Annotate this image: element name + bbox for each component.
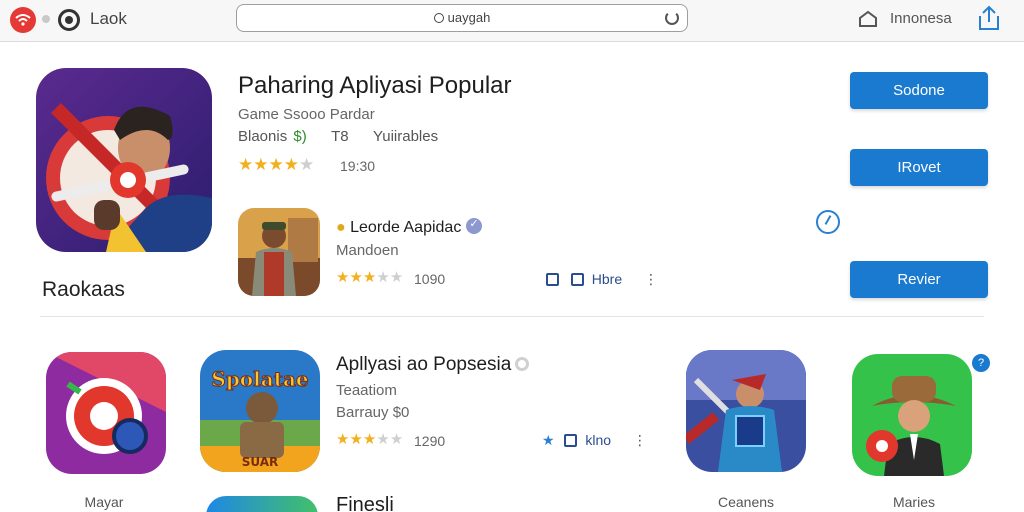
star-empty-icon: ★	[389, 431, 404, 448]
list-item-title: ● Leorde Aapidac	[336, 217, 483, 237]
wifi-icon[interactable]	[10, 7, 36, 33]
star-filled-icon: ★	[362, 431, 377, 448]
primary-action-button[interactable]: Sodone	[850, 72, 988, 109]
featured-meta-d: Yuiirables	[373, 128, 439, 145]
star-filled-icon: ★	[349, 269, 363, 286]
section-divider	[40, 316, 984, 317]
star-filled-icon: ★	[336, 269, 350, 286]
verified-icon	[466, 217, 483, 234]
app-title: Laok	[90, 9, 127, 28]
star-filled-icon: ★	[349, 431, 363, 448]
app-icon-spolatae[interactable]: Spolatae SUAR	[200, 350, 320, 472]
sparkle-icon: ●	[336, 219, 346, 236]
featured-subtitle: Game Ssooo Pardar	[238, 106, 375, 123]
star-empty-icon: ★	[389, 269, 404, 286]
bottom-section-title: Finesli	[336, 494, 394, 512]
search-query: uaygah	[447, 10, 491, 25]
notification-badge: ?	[972, 354, 990, 372]
back-icon[interactable]	[58, 9, 80, 31]
list-item-subtitle-2: Teaatiom	[336, 382, 397, 399]
banner-title-text: Spolatae	[211, 367, 308, 391]
app-icon-hero[interactable]	[686, 350, 806, 472]
wishlist-icon[interactable]	[570, 273, 584, 286]
more-options-icon[interactable]: ⋮	[644, 271, 658, 287]
wishlist-icon[interactable]	[564, 434, 578, 447]
list-item-price-2: Barrauy $0	[336, 404, 410, 421]
star-filled-icon: ★	[283, 155, 299, 174]
featured-rating-stars: ★★★★★	[238, 155, 314, 175]
list-item-action-label[interactable]: Hbre	[592, 271, 622, 287]
featured-title: Paharing Apliyasi Popular	[238, 72, 512, 99]
list-item-actions-2: ★ klno ⋮	[542, 432, 647, 449]
star-empty-icon: ★	[376, 269, 390, 286]
star-empty-icon: ★	[299, 155, 315, 174]
list-item-subtitle: Mandoen	[336, 242, 399, 259]
more-options-icon[interactable]: ⋮	[633, 432, 647, 448]
list-item-rating-count: 1090	[414, 271, 446, 287]
refresh-icon[interactable]	[665, 11, 679, 25]
share-icon[interactable]	[976, 4, 1002, 32]
list-item-action-label-2[interactable]: klno	[585, 432, 611, 448]
top-bar: Laok uaygah Innonesa	[0, 0, 1024, 42]
home-icon[interactable]	[858, 10, 878, 28]
featured-meta-b: $)	[293, 128, 307, 145]
app-icon-camera[interactable]	[46, 352, 166, 474]
list-item-rating-count-2: 1290	[414, 433, 446, 449]
list-item-actions: Hbre ⋮	[546, 271, 658, 288]
search-bar[interactable]: uaygah	[236, 4, 688, 32]
star-filled-icon: ★	[253, 155, 269, 174]
grid-caption-3: Ceanens	[717, 494, 775, 510]
star-empty-icon: ★	[376, 431, 390, 448]
timer-icon[interactable]	[816, 210, 840, 234]
list-item-rating-stars: ★★★★★	[336, 268, 403, 286]
featured-meta-a: Blaonis	[238, 128, 288, 145]
app-icon-cowboy[interactable]	[852, 354, 972, 476]
featured-rating-count: 19:30	[340, 158, 376, 174]
banner-bottom-text: SUAR	[242, 455, 279, 469]
app-icon-warrior[interactable]	[238, 208, 320, 296]
featured-meta-c: T8	[331, 128, 349, 145]
search-icon	[433, 13, 444, 23]
star-filled-icon: ★	[362, 269, 377, 286]
star-icon[interactable]: ★	[542, 432, 555, 448]
star-filled-icon: ★	[238, 155, 254, 174]
featured-meta: Blaonis $) T8 Yuiirables	[238, 128, 438, 145]
list-item-title-2: Apllyasi ao Popsesia	[336, 354, 530, 376]
star-filled-icon: ★	[268, 155, 284, 174]
bookmark-icon[interactable]	[546, 273, 559, 286]
featured-app-icon[interactable]	[36, 68, 212, 252]
status-dot-icon	[42, 15, 50, 23]
list-item-rating-stars-2: ★★★★★	[336, 430, 403, 448]
loading-icon	[515, 357, 530, 371]
partial-app-icon[interactable]	[206, 496, 318, 512]
star-filled-icon: ★	[336, 431, 350, 448]
review-button[interactable]: Revier	[850, 261, 988, 298]
grid-caption-1: Mayar	[84, 494, 124, 510]
secondary-action-button[interactable]: IRovet	[850, 149, 988, 186]
region-label[interactable]: Innonesa	[890, 10, 952, 27]
grid-caption-4: Maries	[892, 494, 935, 510]
section-label: Raokaas	[42, 278, 125, 301]
